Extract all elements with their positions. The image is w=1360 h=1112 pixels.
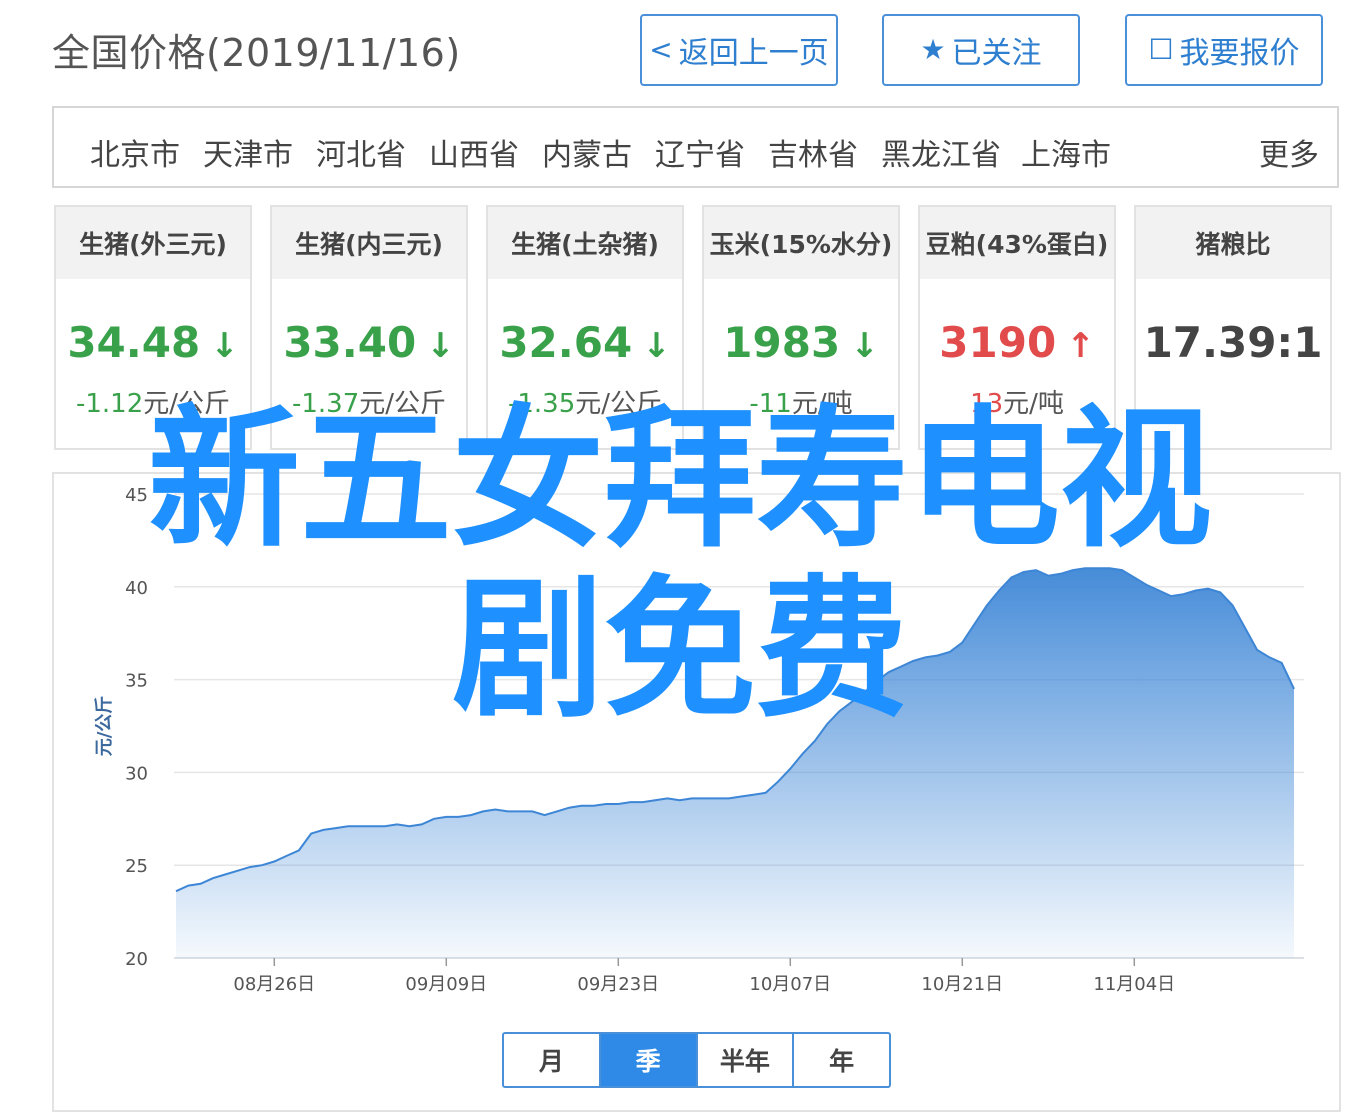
price-card-value: 32.64 ↓: [488, 319, 682, 370]
arrow-down-icon: ↓: [642, 326, 671, 366]
y-tick-label: 35: [125, 671, 148, 692]
price-card-change: 13元/吨: [920, 383, 1114, 420]
price-unit: 元/吨: [791, 389, 853, 419]
price-card-change: -1.37元/公斤: [272, 383, 466, 420]
arrow-up-icon: ↑: [1066, 326, 1095, 366]
price-chart-panel: 20 25 30 35 40 45 08月26日 09月09日 09月23日 10月07日 10月2…: [52, 472, 1341, 1112]
x-tick-label: 09月23日: [577, 974, 659, 995]
price-card[interactable]: 生猪(内三元) 33.40 ↓ -1.37元/公斤: [270, 205, 468, 450]
price-card-value: 17.39:1: [1136, 319, 1330, 367]
x-tick-label: 10月21日: [921, 974, 1003, 995]
x-tick-label: 11月04日: [1093, 974, 1175, 995]
price-value: 17.39:1: [1143, 318, 1323, 367]
y-tick-label: 20: [125, 949, 148, 970]
price-unit: 元/公斤: [143, 389, 231, 419]
regions-more-link[interactable]: 更多: [1259, 130, 1319, 174]
price-card-value: 33.40 ↓: [272, 319, 466, 370]
region-item[interactable]: 内蒙古: [542, 130, 632, 174]
star-icon: ★: [920, 33, 946, 66]
y-tick-label: 25: [125, 856, 148, 877]
region-bar: 北京市 天津市 河北省 山西省 内蒙古 辽宁省 吉林省 黑龙江省 上海市 更多: [52, 106, 1339, 188]
price-value: 1983: [723, 318, 841, 367]
back-button-label: 返回上一页: [678, 36, 829, 71]
x-tick-label: 09月09日: [405, 974, 487, 995]
arrow-down-icon: ↓: [210, 326, 239, 366]
price-change: -1.35: [507, 389, 576, 419]
price-card-title: 豆粕(43%蛋白): [920, 207, 1114, 279]
price-unit: 元/公斤: [359, 389, 447, 419]
price-value: 3190: [939, 318, 1057, 367]
follow-button[interactable]: ★ 已关注: [882, 14, 1080, 86]
price-card-value: 34.48 ↓: [56, 319, 250, 370]
back-button[interactable]: < 返回上一页: [640, 14, 838, 86]
region-item[interactable]: 吉林省: [768, 130, 858, 174]
price-card[interactable]: 豆粕(43%蛋白) 3190 ↑ 13元/吨: [918, 205, 1116, 450]
price-card[interactable]: 猪粮比 17.39:1: [1134, 205, 1332, 450]
range-tabs: 月 季 半年 年: [502, 1032, 891, 1088]
price-card-title: 玉米(15%水分): [704, 207, 898, 279]
price-card-title: 生猪(土杂猪): [488, 207, 682, 279]
price-card-title: 生猪(内三元): [272, 207, 466, 279]
price-chart[interactable]: 20 25 30 35 40 45 08月26日 09月09日 09月23日 10月07日 10月2…: [54, 474, 1343, 1034]
page-title: 全国价格(2019/11/16): [52, 31, 461, 75]
arrow-down-icon: ↓: [850, 326, 879, 366]
y-axis-label: 元/公斤: [94, 696, 115, 757]
price-value: 34.48: [67, 318, 201, 367]
price-unit: 元/吨: [1003, 389, 1064, 419]
price-value: 32.64: [499, 318, 633, 367]
region-item[interactable]: 辽宁省: [655, 130, 745, 174]
region-item[interactable]: 上海市: [1021, 130, 1111, 174]
follow-button-label: 已关注: [951, 36, 1042, 71]
price-card-change: -11元/吨: [704, 383, 898, 420]
y-tick-label: 30: [125, 763, 148, 784]
tab-quarter[interactable]: 季: [600, 1034, 698, 1086]
region-item[interactable]: 天津市: [203, 130, 293, 174]
tab-year[interactable]: 年: [794, 1034, 889, 1086]
price-change: 13: [970, 389, 1004, 419]
price-card-title: 猪粮比: [1136, 207, 1330, 279]
price-change: -1.37: [291, 389, 360, 419]
tab-half-year[interactable]: 半年: [698, 1034, 795, 1086]
y-tick-label: 40: [125, 578, 148, 599]
edit-icon: ☐: [1148, 33, 1174, 66]
price-card-change: -1.35元/公斤: [488, 383, 682, 420]
price-card-value: 3190 ↑: [920, 319, 1114, 370]
price-change: -1.12: [75, 389, 144, 419]
tab-month[interactable]: 月: [504, 1034, 601, 1086]
price-unit: 元/公斤: [575, 389, 663, 419]
series-area: [176, 568, 1294, 958]
price-card[interactable]: 生猪(外三元) 34.48 ↓ -1.12元/公斤: [54, 205, 252, 450]
price-card-value: 1983 ↓: [704, 319, 898, 370]
quote-button[interactable]: ☐ 我要报价: [1125, 14, 1323, 86]
region-item[interactable]: 河北省: [316, 130, 406, 174]
price-value: 33.40: [283, 318, 417, 367]
quote-button-label: 我要报价: [1179, 36, 1300, 71]
y-tick-label: 45: [125, 485, 148, 506]
chevron-left-icon: <: [649, 33, 673, 66]
price-change: -11: [749, 389, 792, 419]
arrow-down-icon: ↓: [426, 326, 455, 366]
region-item[interactable]: 山西省: [429, 130, 519, 174]
price-card[interactable]: 生猪(土杂猪) 32.64 ↓ -1.35元/公斤: [486, 205, 684, 450]
x-tick-label: 08月26日: [233, 974, 315, 995]
region-item[interactable]: 北京市: [90, 130, 180, 174]
price-card[interactable]: 玉米(15%水分) 1983 ↓ -11元/吨: [702, 205, 900, 450]
price-card-title: 生猪(外三元): [56, 207, 250, 279]
x-tick-label: 10月07日: [749, 974, 831, 995]
region-item[interactable]: 黑龙江省: [881, 130, 1001, 174]
price-card-change: -1.12元/公斤: [56, 383, 250, 420]
